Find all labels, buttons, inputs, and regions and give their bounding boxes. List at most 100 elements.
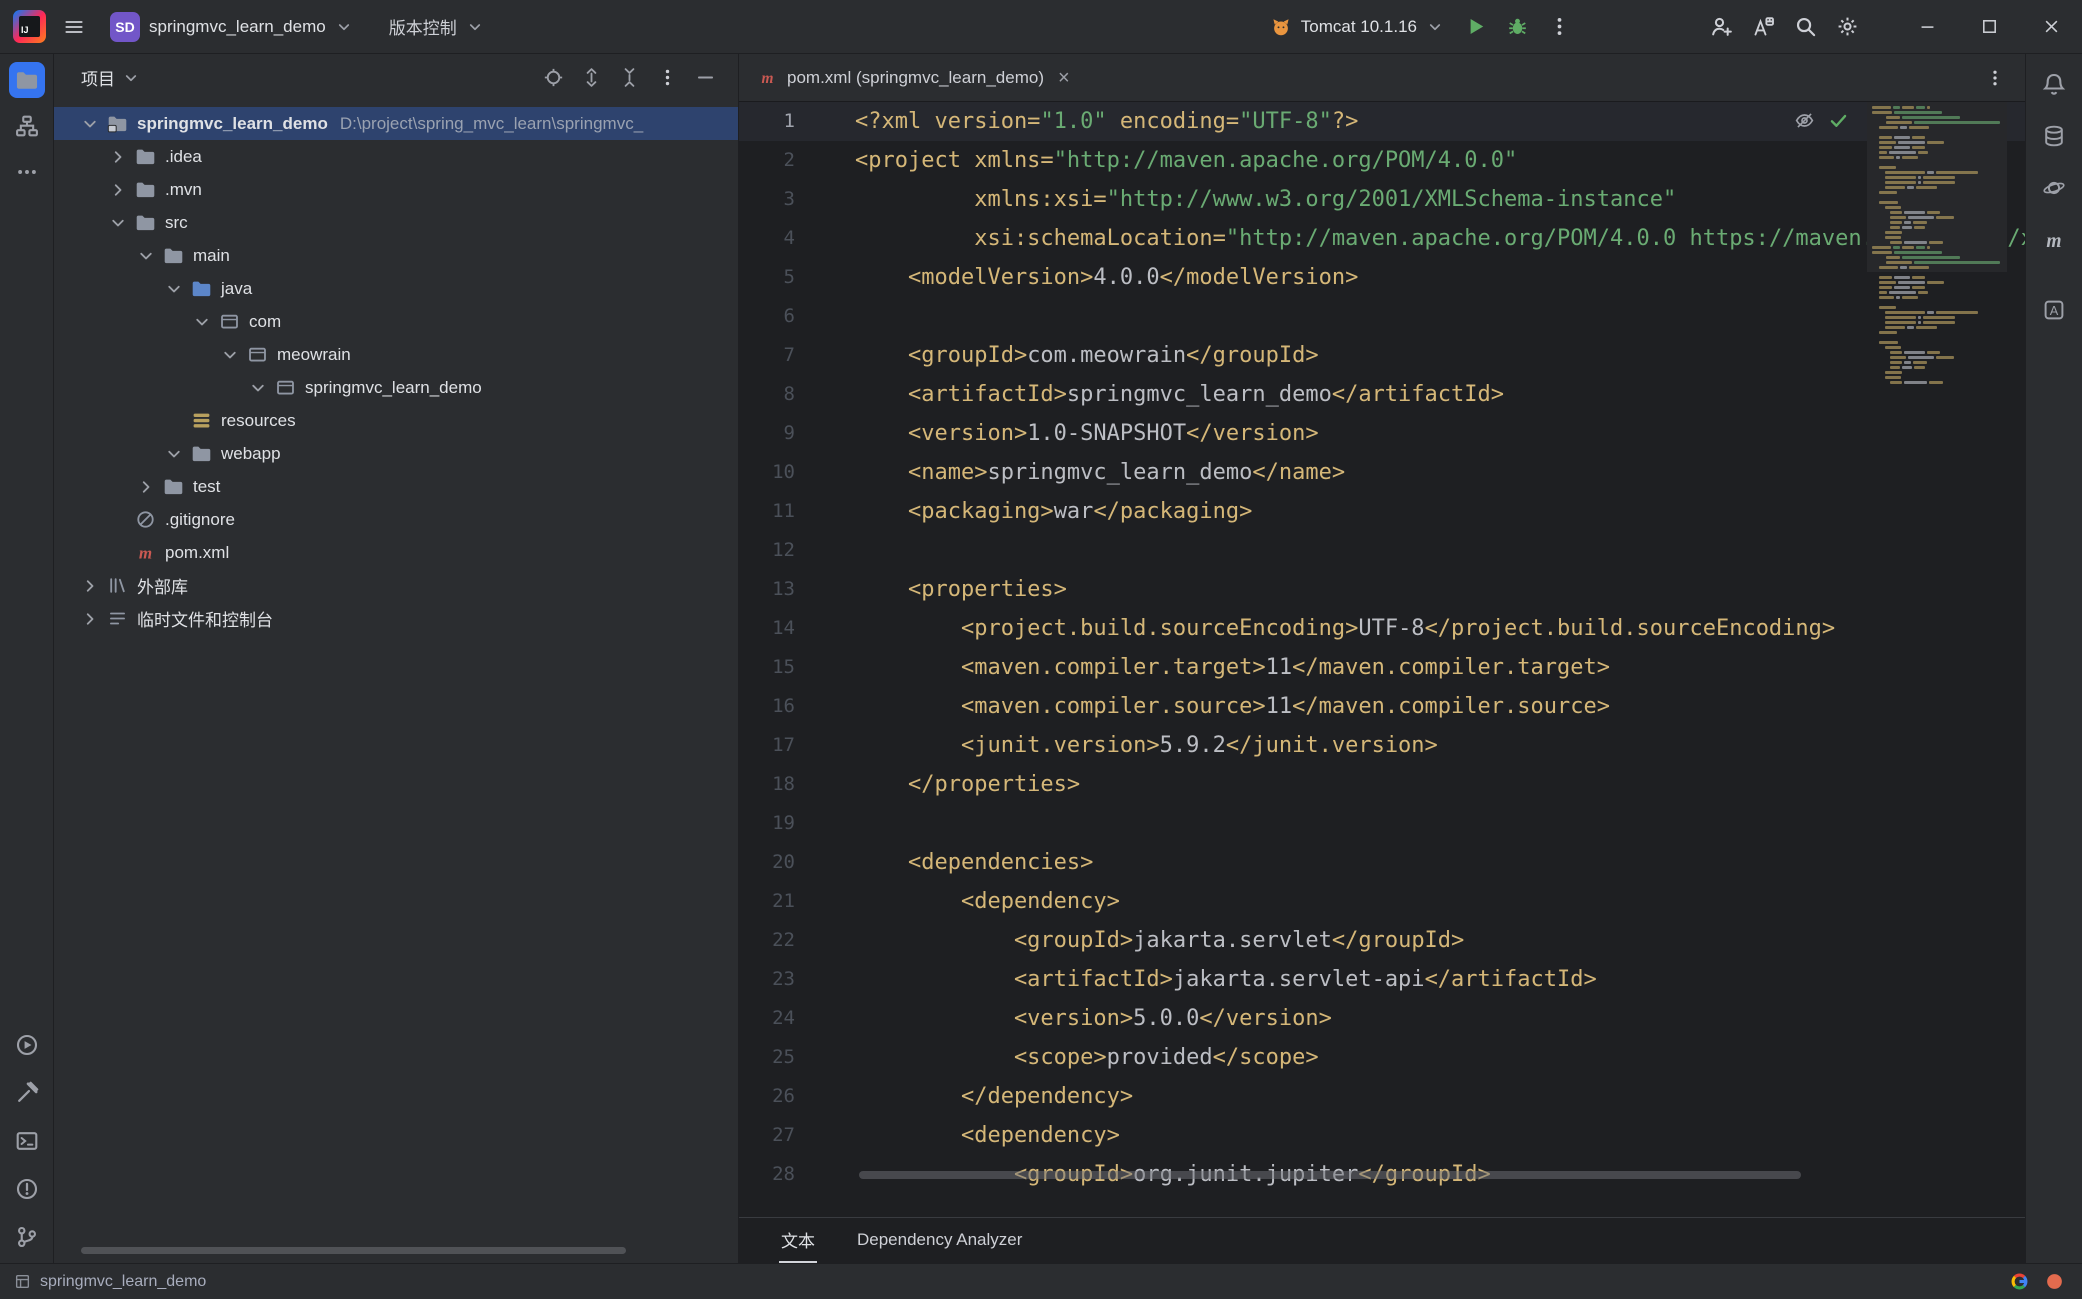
code-line-6[interactable]: 6	[739, 297, 2025, 336]
tree-item-java[interactable]: java	[54, 272, 738, 305]
chevron-right-icon[interactable]	[106, 145, 130, 169]
more-horizontal-icon[interactable]	[9, 154, 45, 190]
settings-icon[interactable]	[1826, 6, 1868, 48]
line-number[interactable]: 13	[739, 570, 795, 609]
play-icon[interactable]	[1454, 6, 1496, 48]
line-number[interactable]: 17	[739, 726, 795, 765]
line-number[interactable]: 2	[739, 141, 795, 180]
planet-icon[interactable]	[2036, 170, 2072, 206]
code-line-13[interactable]: 13 <properties>	[739, 570, 2025, 609]
chevron-down-icon[interactable]	[218, 343, 242, 367]
line-number[interactable]: 19	[739, 804, 795, 843]
line-number[interactable]: 5	[739, 258, 795, 297]
chevron-down-icon[interactable]	[246, 376, 270, 400]
git-branch-icon[interactable]	[9, 1219, 45, 1255]
line-number[interactable]: 9	[739, 414, 795, 453]
code-line-24[interactable]: 24 <version>5.0.0</version>	[739, 999, 2025, 1038]
project-horizontal-scrollbar[interactable]	[81, 1247, 626, 1254]
tree-item-resources[interactable]: resources	[54, 404, 738, 437]
main-menu-icon[interactable]	[56, 9, 92, 45]
line-number[interactable]: 18	[739, 765, 795, 804]
code-line-10[interactable]: 10 <name>springmvc_learn_demo</name>	[739, 453, 2025, 492]
code-line-11[interactable]: 11 <packaging>war</packaging>	[739, 492, 2025, 531]
tree-item-临时文件和控制台[interactable]: 临时文件和控制台	[54, 602, 738, 635]
tree-item-com[interactable]: com	[54, 305, 738, 338]
code-minimap[interactable]	[1867, 102, 2007, 432]
tree-item-src[interactable]: src	[54, 206, 738, 239]
chevron-right-icon[interactable]	[106, 178, 130, 202]
line-number[interactable]: 23	[739, 960, 795, 999]
folder-icon[interactable]	[9, 62, 45, 98]
hide-panel-icon[interactable]	[690, 63, 720, 93]
tree-item-meowrain[interactable]: meowrain	[54, 338, 738, 371]
bell-icon[interactable]	[2036, 66, 2072, 102]
line-number[interactable]: 24	[739, 999, 795, 1038]
window-close-icon[interactable]	[2020, 0, 2082, 53]
person-plus-icon[interactable]	[1700, 6, 1742, 48]
kebab-icon[interactable]	[1538, 6, 1580, 48]
tab-dependency-analyzer[interactable]: Dependency Analyzer	[855, 1221, 1024, 1261]
line-number[interactable]: 20	[739, 843, 795, 882]
translate-icon[interactable]	[1742, 6, 1784, 48]
code-line-9[interactable]: 9 <version>1.0-SNAPSHOT</version>	[739, 414, 2025, 453]
line-number[interactable]: 4	[739, 219, 795, 258]
code-line-2[interactable]: 2<project xmlns="http://maven.apache.org…	[739, 141, 2025, 180]
tab-text[interactable]: 文本	[779, 1218, 817, 1263]
terminal-icon[interactable]	[9, 1123, 45, 1159]
line-number[interactable]: 12	[739, 531, 795, 570]
line-number[interactable]: 3	[739, 180, 795, 219]
kebab-icon[interactable]	[652, 63, 682, 93]
problems-icon[interactable]	[9, 1171, 45, 1207]
chevron-down-icon[interactable]	[106, 211, 130, 235]
code-line-18[interactable]: 18 </properties>	[739, 765, 2025, 804]
line-number[interactable]: 7	[739, 336, 795, 375]
line-number[interactable]: 21	[739, 882, 795, 921]
maven-light-icon[interactable]: m	[2036, 222, 2072, 258]
chevron-down-icon[interactable]	[162, 277, 186, 301]
code-line-20[interactable]: 20 <dependencies>	[739, 843, 2025, 882]
code-line-12[interactable]: 12	[739, 531, 2025, 570]
code-line-22[interactable]: 22 <groupId>jakarta.servlet</groupId>	[739, 921, 2025, 960]
editor-options-icon[interactable]	[1979, 62, 2011, 94]
ai-assistant-icon[interactable]: A	[2036, 292, 2072, 328]
locate-icon[interactable]	[538, 63, 568, 93]
code-line-14[interactable]: 14 <project.build.sourceEncoding>UTF-8</…	[739, 609, 2025, 648]
line-number[interactable]: 8	[739, 375, 795, 414]
chevron-down-icon[interactable]	[190, 310, 214, 334]
window-minimize-icon[interactable]	[1896, 0, 1958, 53]
services-icon[interactable]	[9, 1027, 45, 1063]
build-icon[interactable]	[9, 1075, 45, 1111]
chevron-right-icon[interactable]	[134, 475, 158, 499]
chevron-right-icon[interactable]	[78, 607, 102, 631]
search-icon[interactable]	[1784, 6, 1826, 48]
editor-tab-pom-xml[interactable]: m pom.xml (springmvc_learn_demo) ×	[739, 54, 1090, 101]
line-number[interactable]: 6	[739, 297, 795, 336]
tree-item-.idea[interactable]: .idea	[54, 140, 738, 173]
window-maximize-icon[interactable]	[1958, 0, 2020, 53]
tree-item-springmvc_learn_demo[interactable]: springmvc_learn_demoD:\project\spring_mv…	[54, 107, 738, 140]
chevron-down-icon[interactable]	[162, 442, 186, 466]
tree-item-.mvn[interactable]: .mvn	[54, 173, 738, 206]
collapse-all-icon[interactable]	[614, 63, 644, 93]
google-translate-icon[interactable]	[2010, 1272, 2029, 1291]
expand-all-icon[interactable]	[576, 63, 606, 93]
chevron-right-icon[interactable]	[78, 574, 102, 598]
code-line-7[interactable]: 7 <groupId>com.meowrain</groupId>	[739, 336, 2025, 375]
tree-item-test[interactable]: test	[54, 470, 738, 503]
code-line-27[interactable]: 27 <dependency>	[739, 1116, 2025, 1155]
code-line-4[interactable]: 4 xsi:schemaLocation="http://maven.apach…	[739, 219, 2025, 258]
code-line-16[interactable]: 16 <maven.compiler.source>11</maven.comp…	[739, 687, 2025, 726]
code-line-5[interactable]: 5 <modelVersion>4.0.0</modelVersion>	[739, 258, 2025, 297]
run-configuration-widget[interactable]: Tomcat 10.1.16	[1260, 16, 1454, 38]
code-line-15[interactable]: 15 <maven.compiler.target>11</maven.comp…	[739, 648, 2025, 687]
line-number[interactable]: 15	[739, 648, 795, 687]
line-number[interactable]: 1	[739, 102, 795, 141]
code-line-17[interactable]: 17 <junit.version>5.9.2</junit.version>	[739, 726, 2025, 765]
line-number[interactable]: 16	[739, 687, 795, 726]
tree-item-main[interactable]: main	[54, 239, 738, 272]
code-line-8[interactable]: 8 <artifactId>springmvc_learn_demo</arti…	[739, 375, 2025, 414]
debug-icon[interactable]	[1496, 6, 1538, 48]
tree-item-.gitignore[interactable]: .gitignore	[54, 503, 738, 536]
line-number[interactable]: 25	[739, 1038, 795, 1077]
tree-item-pom.xml[interactable]: mpom.xml	[54, 536, 738, 569]
